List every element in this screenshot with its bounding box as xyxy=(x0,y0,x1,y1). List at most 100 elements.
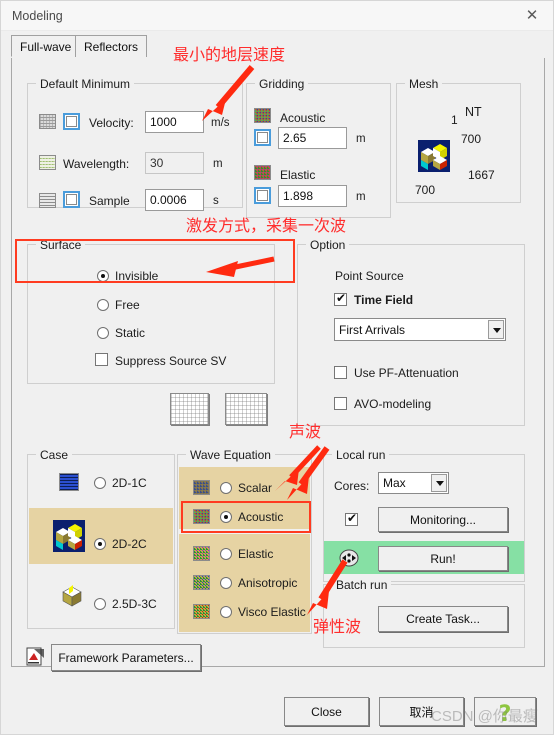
case-radio-2d-1c[interactable] xyxy=(94,477,106,489)
waveeq-label-scalar: Scalar xyxy=(238,481,273,495)
waveeq-label-elastic: Elastic xyxy=(238,547,274,561)
sample-input[interactable]: 0.0006 xyxy=(145,189,204,211)
run-button[interactable]: Run! xyxy=(378,546,508,571)
noise-visco-icon xyxy=(193,604,210,619)
noise-aniso-icon xyxy=(193,575,210,590)
tab-full-wave-label: Full-wave xyxy=(20,40,72,54)
suppress-source-sv-checkbox[interactable] xyxy=(95,353,108,366)
sample-label: Sample xyxy=(89,194,130,208)
wavelength-unit: m xyxy=(213,158,223,170)
group-option-label: Option xyxy=(306,238,350,252)
monitoring-button[interactable]: Monitoring... xyxy=(378,507,508,532)
framework-parameters-label: Framework Parameters... xyxy=(58,650,194,665)
velocity-checkbox[interactable] xyxy=(63,113,80,130)
gridding-acoustic-checkbox[interactable] xyxy=(254,129,271,146)
mesh-nt-value: 700 xyxy=(461,132,482,146)
chevron-down-icon[interactable] xyxy=(488,320,504,339)
cores-select-value: Max xyxy=(383,476,406,490)
run-button-label: Run! xyxy=(430,551,456,566)
time-field-checkbox[interactable] xyxy=(334,291,347,306)
case-radio-25d-3c[interactable] xyxy=(94,598,106,610)
cores-select[interactable]: Max xyxy=(378,472,449,494)
surface-radio-invisible[interactable] xyxy=(97,270,109,282)
close-button-label: Close xyxy=(311,704,342,719)
gridding-elastic-label: Elastic xyxy=(280,168,316,182)
noise-acoustic2-icon xyxy=(193,509,210,524)
velocity-unit: m/s xyxy=(211,117,230,129)
velocity-input[interactable]: 1000 xyxy=(145,111,204,133)
time-field-label: Time Field xyxy=(354,293,414,307)
arrivals-select[interactable]: First Arrivals xyxy=(334,318,506,341)
csdn-watermark: CSDN @你最瘦 xyxy=(431,708,538,725)
surface-radio-static[interactable] xyxy=(97,327,109,339)
wavelength-input[interactable]: 30 xyxy=(145,152,204,174)
mesh-dim-right: 1667 xyxy=(468,168,495,182)
sample-unit: s xyxy=(213,195,219,207)
annotation-min-velocity: 最小的地层速度 xyxy=(173,45,286,64)
waveeq-label-anisotropic: Anisotropic xyxy=(238,576,298,590)
noise-scalar-icon xyxy=(193,480,210,495)
case-label-25d-3c: 2.5D-3C xyxy=(112,597,157,611)
close-button[interactable]: Close xyxy=(284,697,369,726)
avo-modeling-label: AVO-modeling xyxy=(354,397,432,411)
close-icon[interactable]: ✕ xyxy=(521,6,543,26)
case-label-2d-1c: 2D-1C xyxy=(112,476,147,490)
modeling-dialog: Modeling ✕ Full-wave Reflectors Default … xyxy=(0,0,554,735)
group-local-run-label: Local run xyxy=(332,448,390,462)
preview-raypath[interactable] xyxy=(225,393,267,425)
gridding-acoustic-input[interactable]: 2.65 xyxy=(278,127,347,149)
waveeq-radio-scalar[interactable] xyxy=(220,482,232,494)
grid-chart-icon xyxy=(39,114,56,129)
cores-chevron-down-icon[interactable] xyxy=(431,474,447,492)
avo-modeling-checkbox[interactable] xyxy=(334,397,347,410)
tab-reflectors-label: Reflectors xyxy=(84,40,139,54)
gridding-elastic-input[interactable]: 1.898 xyxy=(278,185,347,207)
waveeq-radio-visco-elastic[interactable] xyxy=(220,606,232,618)
group-default-minimum-label: Default Minimum xyxy=(36,77,135,91)
surface-label-free: Free xyxy=(115,298,140,312)
gridding-acoustic-unit: m xyxy=(356,133,366,145)
create-task-button[interactable]: Create Task... xyxy=(378,606,508,632)
pf-attenuation-checkbox[interactable] xyxy=(334,366,347,379)
surface-label-invisible: Invisible xyxy=(115,269,159,283)
gridding-elastic-unit: m xyxy=(356,191,366,203)
run-mask-icon xyxy=(339,549,359,567)
case-selected-highlight xyxy=(29,508,173,564)
case-radio-2d-2c[interactable] xyxy=(94,538,106,550)
monitoring-checkbox[interactable] xyxy=(345,511,358,526)
wavelength-label: Wavelength: xyxy=(63,157,130,171)
waveeq-label-acoustic: Acoustic xyxy=(238,510,284,524)
window-title: Modeling xyxy=(12,9,63,23)
wave-icon xyxy=(39,155,56,170)
noise-acoustic-icon xyxy=(254,108,271,123)
mesh-dim-bottom: 700 xyxy=(415,183,436,197)
sample-checkbox[interactable] xyxy=(63,191,80,208)
pf-attenuation-label: Use PF-Attenuation xyxy=(354,366,459,380)
framework-parameters-button[interactable]: Framework Parameters... xyxy=(51,644,201,671)
surface-radio-free[interactable] xyxy=(97,299,109,311)
gridding-elastic-checkbox[interactable] xyxy=(254,187,271,204)
annotation-elastic: 弹性波 xyxy=(313,617,362,636)
create-task-button-label: Create Task... xyxy=(406,612,480,626)
cores-label: Cores: xyxy=(334,479,370,493)
waveeq-radio-elastic[interactable] xyxy=(220,548,232,560)
group-default-minimum: Default Minimum xyxy=(27,77,243,208)
group-surface-label: Surface xyxy=(36,238,86,252)
wave-1c-icon xyxy=(59,473,79,491)
arrivals-select-value: First Arrivals xyxy=(339,322,405,337)
group-batch-run-label: Batch run xyxy=(332,578,392,592)
gridding-acoustic-label: Acoustic xyxy=(280,111,326,125)
tab-reflectors[interactable]: Reflectors xyxy=(75,35,148,57)
waveeq-radio-anisotropic[interactable] xyxy=(220,577,232,589)
group-gridding-label: Gridding xyxy=(255,77,309,91)
annotation-acoustic: 声波 xyxy=(289,422,322,441)
tab-full-wave[interactable]: Full-wave xyxy=(11,35,81,57)
point-source-label: Point Source xyxy=(335,269,404,283)
noise-elastic-icon xyxy=(254,165,271,180)
mesh-n1: 1 xyxy=(451,113,458,127)
mesh-nt-label: NT xyxy=(465,105,482,119)
annotation-source-mode: 激发方式，采集一次波 xyxy=(186,216,347,235)
preview-source-wavefield[interactable] xyxy=(170,393,209,425)
surface-label-static: Static xyxy=(115,326,146,340)
waveeq-radio-acoustic[interactable] xyxy=(220,511,232,523)
